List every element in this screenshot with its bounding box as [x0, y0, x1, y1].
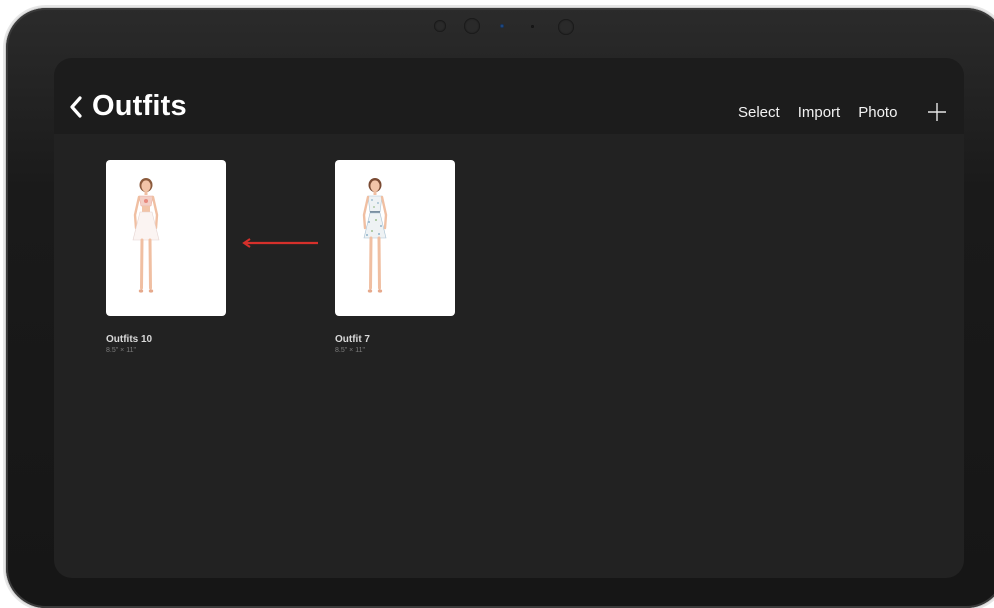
sensor-dot — [434, 20, 446, 32]
left-arrow-icon — [242, 238, 318, 248]
sensor-dot-small — [531, 25, 534, 28]
artwork-thumbnail[interactable] — [335, 160, 455, 316]
artwork-thumbnail[interactable] — [106, 160, 226, 316]
page-title: Outfits — [92, 90, 187, 122]
fashion-figure-illustration — [362, 178, 388, 293]
photo-button[interactable]: Photo — [858, 104, 897, 121]
item-name: Outfit 7 — [335, 334, 370, 345]
item-name: Outfits 10 — [106, 334, 153, 345]
fashion-figure-illustration — [132, 178, 160, 293]
select-button[interactable]: Select — [738, 104, 780, 121]
item-dimensions: 8.5" × 11" — [335, 347, 365, 354]
app-screen: Outfits Select Import Photo Outfits 10 8… — [54, 58, 964, 578]
back-button[interactable]: Outfits — [67, 90, 187, 123]
ipad-frame: Outfits Select Import Photo Outfits 10 8… — [6, 8, 994, 608]
front-camera — [464, 18, 480, 34]
item-dimensions: 8.5" × 11" — [106, 347, 136, 354]
import-button[interactable]: Import — [798, 104, 841, 121]
chevron-left-icon — [70, 95, 82, 118]
gallery-item[interactable]: Outfit 7 8.5" × 11" — [335, 160, 455, 354]
navigation-bar: Outfits Select Import Photo — [54, 58, 964, 134]
toolbar-actions: Select Import Photo — [738, 104, 915, 121]
plus-icon[interactable] — [927, 102, 947, 122]
face-id-sensor — [558, 19, 574, 35]
gallery-item[interactable]: Outfits 10 8.5" × 11" — [106, 160, 226, 354]
camera-indicator — [500, 24, 504, 28]
